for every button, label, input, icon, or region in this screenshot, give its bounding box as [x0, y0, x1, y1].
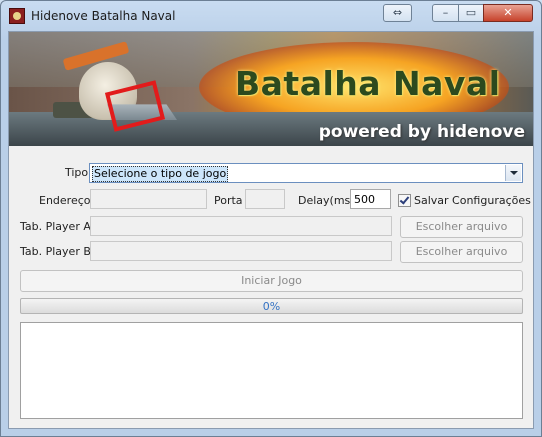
delay-input[interactable]: 500 — [350, 189, 391, 209]
client-area: Batalha Naval powered by hidenove Tipo S… — [8, 31, 534, 429]
log-area[interactable] — [20, 322, 523, 419]
tipo-label: Tipo — [65, 166, 89, 179]
porta-label: Porta — [214, 194, 243, 207]
banner-image: Batalha Naval powered by hidenove — [9, 32, 533, 146]
tipo-select[interactable]: Selecione o tipo de jogo — [89, 163, 523, 183]
player-a-choose-file-button[interactable]: Escolher arquivo — [400, 216, 523, 238]
porta-input[interactable] — [245, 189, 285, 209]
app-window: Hidenove Batalha Naval ⇔ – ▭ ✕ Batalha N… — [0, 0, 542, 437]
tipo-selected-value: Selecione o tipo de jogo — [92, 166, 229, 182]
delay-label: Delay(ms) — [298, 194, 355, 207]
dropdown-arrow-icon[interactable] — [505, 165, 521, 181]
window-swap-button[interactable]: ⇔ — [383, 4, 412, 22]
player-a-input[interactable] — [90, 216, 392, 236]
delay-value: 500 — [354, 193, 375, 206]
salvar-label[interactable]: Salvar Configurações — [414, 194, 531, 207]
endereco-label: Endereço — [39, 194, 91, 207]
player-b-input[interactable] — [90, 241, 392, 261]
salvar-checkbox[interactable] — [398, 194, 411, 207]
player-b-choose-file-button[interactable]: Escolher arquivo — [400, 241, 523, 263]
endereco-input[interactable] — [90, 189, 207, 209]
iniciar-jogo-button[interactable]: Iniciar Jogo — [20, 270, 523, 292]
player-a-label: Tab. Player A — [20, 220, 91, 233]
maximize-button[interactable]: ▭ — [458, 4, 484, 22]
progress-bar: 0% — [20, 298, 523, 314]
title-bar[interactable]: Hidenove Batalha Naval ⇔ – ▭ ✕ — [1, 1, 541, 31]
window-title: Hidenove Batalha Naval — [31, 9, 176, 23]
app-icon — [9, 8, 25, 24]
progress-text: 0% — [262, 300, 281, 313]
minimize-button[interactable]: – — [432, 4, 459, 22]
banner-subtitle: powered by hidenove — [318, 122, 525, 142]
banner-title: Batalha Naval — [235, 64, 501, 103]
close-button[interactable]: ✕ — [483, 4, 533, 22]
player-b-label: Tab. Player B — [20, 245, 91, 258]
